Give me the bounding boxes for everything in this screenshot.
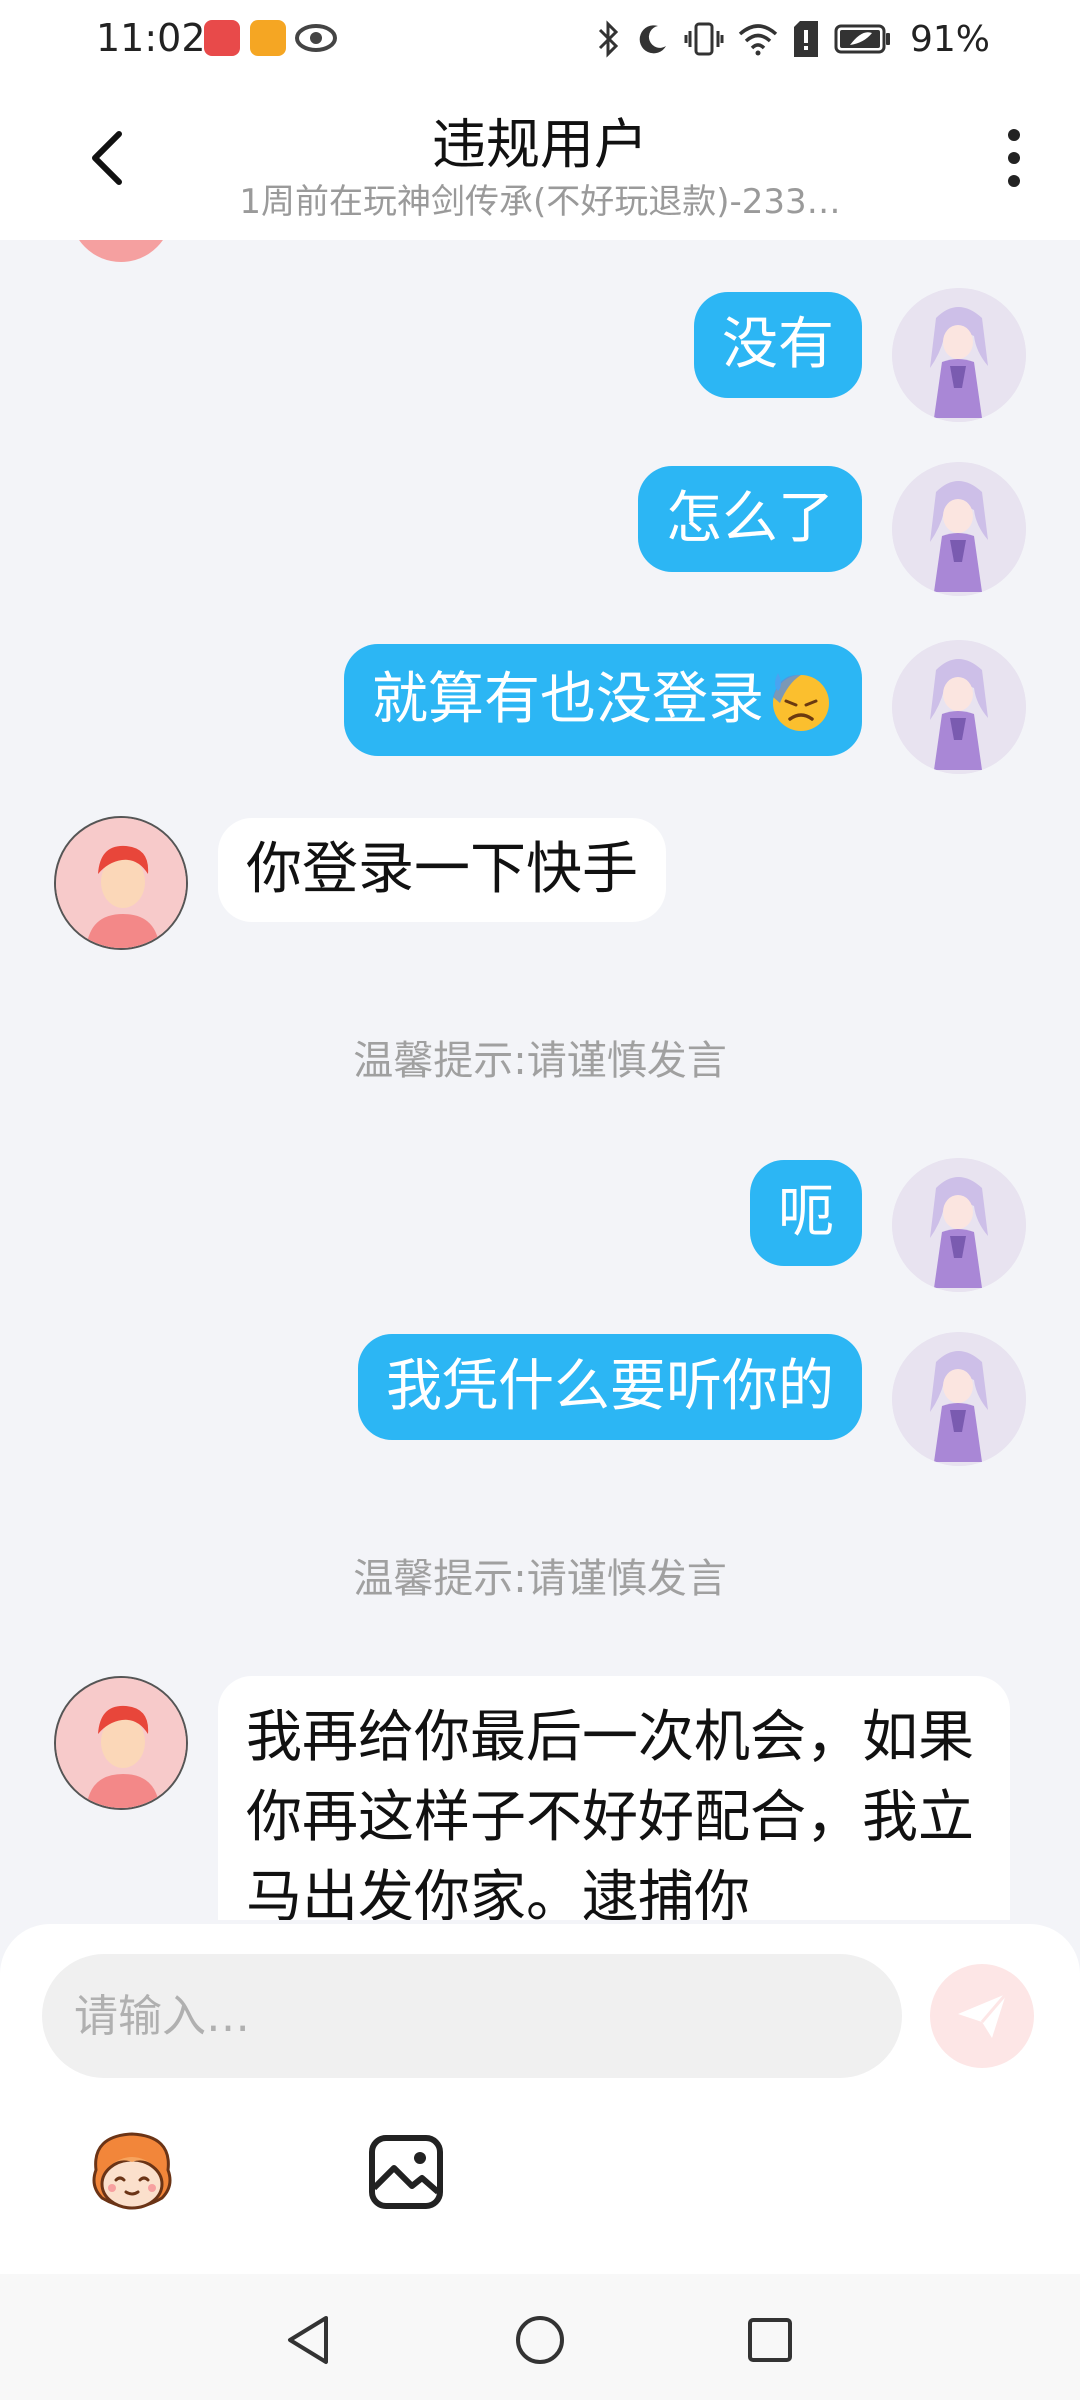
message-row-outgoing: 没有: [0, 288, 1080, 426]
message-input[interactable]: [42, 1954, 902, 2078]
nav-back-button[interactable]: [280, 2310, 340, 2370]
chat-messages[interactable]: 没有 怎么了 就算有也没登录 你登录一下快手 温馨提示:请谨慎发言 呃 我凭什么…: [0, 240, 1080, 1920]
system-nav-bar: [0, 2274, 1080, 2400]
avatar-me[interactable]: [892, 1332, 1026, 1466]
outgoing-bubble[interactable]: 怎么了: [638, 466, 862, 572]
sim-alert-icon: [793, 21, 818, 57]
status-bar: 11:02 91%: [0, 0, 1080, 78]
battery-saver-icon: [834, 24, 890, 54]
triangle-back-icon: [288, 2316, 328, 2364]
battery-percentage: 91%: [909, 18, 990, 60]
outgoing-bubble[interactable]: 呃: [750, 1160, 862, 1266]
message-row-outgoing: 呃: [0, 1158, 1080, 1294]
anime-girl-avatar-icon: [892, 1332, 1026, 1466]
emoji-button[interactable]: [82, 2124, 182, 2224]
avatar-me[interactable]: [892, 462, 1026, 596]
input-panel: [0, 1924, 1080, 2274]
avatar-me[interactable]: [892, 640, 1026, 774]
eye-icon: [295, 24, 337, 52]
message-row-incoming: 你登录一下快手: [0, 816, 1080, 950]
outgoing-bubble[interactable]: 没有: [694, 292, 862, 398]
message-row-outgoing: 就算有也没登录: [0, 640, 1080, 778]
default-user-avatar-icon: [56, 1678, 186, 1808]
square-recents-icon: [748, 2318, 792, 2362]
avatar-other[interactable]: [54, 1676, 188, 1810]
downcast-face-with-sweat-icon: [773, 673, 829, 731]
send-button[interactable]: [930, 1964, 1034, 2068]
wallet-icon: [250, 20, 286, 56]
wifi-icon: [738, 24, 778, 56]
message-row-incoming: 我再给你最后一次机会，如果你再这样子不好好配合，我立马出发你家。逮捕你: [0, 1676, 1080, 1920]
more-vertical-icon: [1008, 129, 1020, 141]
page-title: 违规用户: [432, 113, 648, 176]
message-row-outgoing: 怎么了: [0, 462, 1080, 600]
chat-header: 违规用户 1周前在玩神剑传承(不好玩退款)-233…: [0, 78, 1080, 240]
moon-icon: [639, 25, 666, 54]
nav-recents-button[interactable]: [740, 2310, 800, 2370]
anime-girl-avatar-icon: [892, 640, 1026, 774]
paper-plane-icon: [958, 1993, 1008, 2038]
anime-girl-avatar-icon: [892, 462, 1026, 596]
huawei-store-icon: [204, 20, 240, 56]
message-text: 你登录一下快手: [246, 837, 638, 902]
circle-home-icon: [516, 2316, 564, 2364]
outgoing-bubble[interactable]: 就算有也没登录: [344, 644, 862, 756]
vibrate-icon: [684, 22, 724, 56]
outgoing-bubble[interactable]: 我凭什么要听你的: [358, 1334, 862, 1440]
avatar-me[interactable]: [892, 1158, 1026, 1292]
message-text: 怎么了: [666, 486, 834, 551]
more-options-button[interactable]: [984, 118, 1044, 198]
message-text: 就算有也没登录: [372, 667, 764, 732]
message-text: 我再给你最后一次机会，如果你再这样子不好好配合，我立马出发你家。逮捕你: [246, 1705, 974, 1920]
safety-tip: 温馨提示:请谨慎发言: [353, 1038, 727, 1084]
status-time: 11:02: [96, 16, 206, 60]
image-icon: [369, 2135, 443, 2209]
message-text: 呃: [778, 1180, 834, 1245]
incoming-bubble[interactable]: 我再给你最后一次机会，如果你再这样子不好好配合，我立马出发你家。逮捕你: [218, 1676, 1010, 1920]
nav-home-button[interactable]: [510, 2310, 570, 2370]
message-text: 我凭什么要听你的: [386, 1354, 834, 1419]
message-text: 没有: [722, 312, 834, 377]
avatar-me[interactable]: [892, 288, 1026, 422]
anime-girl-avatar-icon: [892, 288, 1026, 422]
message-row-outgoing: 我凭什么要听你的: [0, 1332, 1080, 1468]
avatar-other[interactable]: [54, 816, 188, 950]
avatar: [70, 240, 172, 262]
anime-girl-avatar-icon: [892, 1158, 1026, 1292]
bluetooth-icon: [598, 20, 619, 58]
incoming-bubble[interactable]: 你登录一下快手: [218, 818, 666, 922]
safety-tip: 温馨提示:请谨慎发言: [353, 1556, 727, 1602]
page-subtitle: 1周前在玩神剑传承(不好玩退款)-233…: [239, 182, 841, 222]
default-user-avatar-icon: [56, 818, 186, 948]
mascot-emoji-icon: [92, 2132, 172, 2210]
image-button[interactable]: [366, 2132, 446, 2212]
